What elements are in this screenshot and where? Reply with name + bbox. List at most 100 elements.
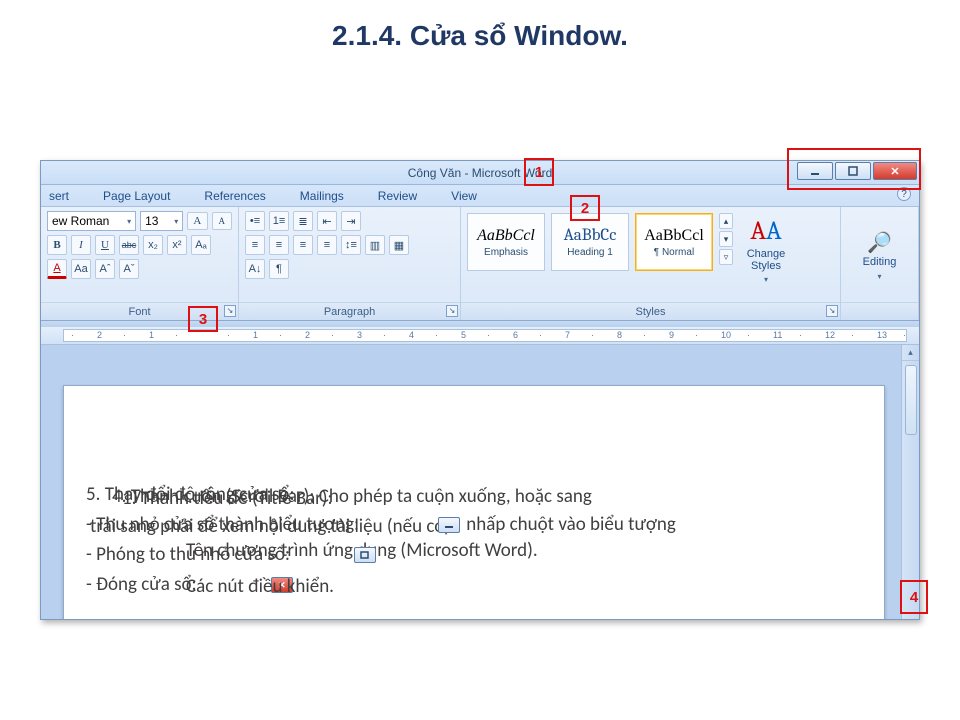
callout-3: 3 bbox=[188, 306, 218, 332]
sort-button[interactable]: A↓ bbox=[245, 259, 265, 279]
ruler-tick: · bbox=[851, 330, 854, 340]
ruler-tick: · bbox=[799, 330, 802, 340]
ruler-tick: · bbox=[71, 330, 74, 340]
ruler-tick: · bbox=[487, 330, 490, 340]
chevron-down-icon: ▾ bbox=[174, 217, 178, 226]
tab-mailings[interactable]: Mailings bbox=[296, 187, 348, 205]
ruler-tick: · bbox=[903, 330, 906, 340]
justify-button[interactable]: ≡ bbox=[317, 235, 337, 255]
style-emphasis[interactable]: AaBbCcl Emphasis bbox=[467, 213, 545, 271]
ruler-tick: · bbox=[695, 330, 698, 340]
char-shading-button[interactable]: Aˆ bbox=[95, 259, 115, 279]
tab-view[interactable]: View bbox=[447, 187, 481, 205]
ruler-tick: · bbox=[643, 330, 646, 340]
group-font: ew Roman ▾ 13 ▾ A A B I U bbox=[41, 207, 239, 320]
align-right-button[interactable]: ≡ bbox=[293, 235, 313, 255]
italic-button[interactable]: I bbox=[71, 235, 91, 255]
shading-button[interactable]: ▥ bbox=[365, 235, 385, 255]
tab-references[interactable]: References bbox=[200, 187, 269, 205]
chevron-down-icon: ▾ bbox=[877, 272, 881, 281]
strikethrough-button[interactable]: abc bbox=[119, 235, 139, 255]
ruler-tick: 3 bbox=[357, 330, 362, 340]
ruler-tick: 6 bbox=[513, 330, 518, 340]
scroll-up-arrow[interactable]: ▴ bbox=[902, 345, 919, 361]
tab-page-layout[interactable]: Page Layout bbox=[99, 187, 174, 205]
overlay-l3: - Phóng to thu nhỏ cửa sổ: bbox=[86, 540, 378, 569]
overlay-l5: Các nút điều khiển. bbox=[186, 572, 334, 601]
grow-font-button[interactable]: A bbox=[187, 212, 207, 230]
ruler-tick: · bbox=[747, 330, 750, 340]
group-styles-label: Styles ↘ bbox=[461, 302, 840, 320]
callout-window-controls-box bbox=[787, 148, 921, 190]
font-name-combo[interactable]: ew Roman ▾ bbox=[47, 211, 136, 231]
change-styles-button[interactable]: AA Change Styles ▾ bbox=[739, 213, 793, 287]
clear-formatting-button[interactable]: Aₐ bbox=[191, 235, 211, 255]
shrink-font-button[interactable]: A bbox=[212, 212, 232, 230]
editing-button[interactable]: 🔎 Editing ▾ bbox=[855, 219, 905, 293]
align-left-button[interactable]: ≡ bbox=[245, 235, 265, 255]
ruler-tick: · bbox=[435, 330, 438, 340]
scroll-thumb[interactable] bbox=[905, 365, 917, 435]
change-case-button[interactable]: Aa bbox=[71, 259, 91, 279]
change-styles-icon: AA bbox=[750, 216, 781, 246]
ruler-tick: 2 bbox=[97, 330, 102, 340]
inline-minimize-icon bbox=[438, 517, 460, 533]
ruler-tick: 4 bbox=[409, 330, 414, 340]
group-paragraph: •≡ 1≡ ≣ ⇤ ⇥ ≡ ≡ ≡ ≡ ↕≡ ▥ ▦ bbox=[239, 207, 461, 320]
show-marks-button[interactable]: ¶ bbox=[269, 259, 289, 279]
group-editing: 🔎 Editing ▾ bbox=[841, 207, 919, 320]
borders-button[interactable]: ▦ bbox=[389, 235, 409, 255]
ruler-tick: · bbox=[383, 330, 386, 340]
font-size-combo[interactable]: 13 ▾ bbox=[140, 211, 183, 231]
ruler-tick: · bbox=[227, 330, 230, 340]
callout-4: 4 bbox=[900, 580, 928, 614]
styles-scroll-down[interactable]: ▾ bbox=[719, 231, 733, 247]
ruler-tick: · bbox=[279, 330, 282, 340]
styles-more[interactable]: ▿ bbox=[719, 249, 733, 265]
ribbon: ew Roman ▾ 13 ▾ A A B I U bbox=[41, 207, 919, 321]
group-editing-label bbox=[841, 302, 918, 320]
slide-title: 2.1.4. Cửa sổ Window. bbox=[0, 0, 960, 82]
line-spacing-button[interactable]: ↕≡ bbox=[341, 235, 361, 255]
superscript-button[interactable]: x² bbox=[167, 235, 187, 255]
decrease-indent-button[interactable]: ⇤ bbox=[317, 211, 337, 231]
subscript-button[interactable]: x₂ bbox=[143, 235, 163, 255]
find-icon: 🔎 bbox=[867, 230, 892, 254]
ruler-tick: · bbox=[331, 330, 334, 340]
multilevel-button[interactable]: ≣ bbox=[293, 211, 313, 231]
ruler-tick: 7 bbox=[565, 330, 570, 340]
ruler-tick: · bbox=[123, 330, 126, 340]
ruler-tick: 1 bbox=[149, 330, 154, 340]
ruler-tick: 9 bbox=[669, 330, 674, 340]
ruler-tick: 13 bbox=[877, 330, 887, 340]
font-name-value: ew Roman bbox=[52, 214, 109, 228]
font-dialog-launcher[interactable]: ↘ bbox=[224, 305, 236, 317]
ruler-tick: 11 bbox=[773, 330, 782, 340]
align-center-button[interactable]: ≡ bbox=[269, 235, 289, 255]
bullets-button[interactable]: •≡ bbox=[245, 211, 265, 231]
vertical-scrollbar[interactable]: ▴ bbox=[901, 345, 919, 620]
callout-2: 2 bbox=[570, 195, 600, 221]
tab-review[interactable]: Review bbox=[374, 187, 421, 205]
ruler-tick: 8 bbox=[617, 330, 622, 340]
styles-dialog-launcher[interactable]: ↘ bbox=[826, 305, 838, 317]
ruler-tick: 5 bbox=[461, 330, 466, 340]
numbering-button[interactable]: 1≡ bbox=[269, 211, 289, 231]
ruler-tick: · bbox=[539, 330, 542, 340]
inline-restore-icon bbox=[354, 547, 376, 563]
underline-button[interactable]: U bbox=[95, 235, 115, 255]
increase-indent-button[interactable]: ⇥ bbox=[341, 211, 361, 231]
ruler-tick: · bbox=[591, 330, 594, 340]
ruler-tick: · bbox=[175, 330, 178, 340]
char-border-button[interactable]: Aˇ bbox=[119, 259, 139, 279]
font-color-button[interactable]: A bbox=[47, 259, 67, 279]
tab-insert[interactable]: sert bbox=[45, 187, 73, 205]
paragraph-dialog-launcher[interactable]: ↘ bbox=[446, 305, 458, 317]
style-normal[interactable]: AaBbCcl ¶ Normal bbox=[635, 213, 713, 271]
style-heading1[interactable]: AaBbCc Heading 1 bbox=[551, 213, 629, 271]
font-size-value: 13 bbox=[145, 214, 158, 228]
bold-button[interactable]: B bbox=[47, 235, 67, 255]
group-styles: AaBbCcl Emphasis AaBbCc Heading 1 AaBbCc… bbox=[461, 207, 841, 320]
group-paragraph-label: Paragraph ↘ bbox=[239, 302, 460, 320]
styles-scroll-up[interactable]: ▴ bbox=[719, 213, 733, 229]
